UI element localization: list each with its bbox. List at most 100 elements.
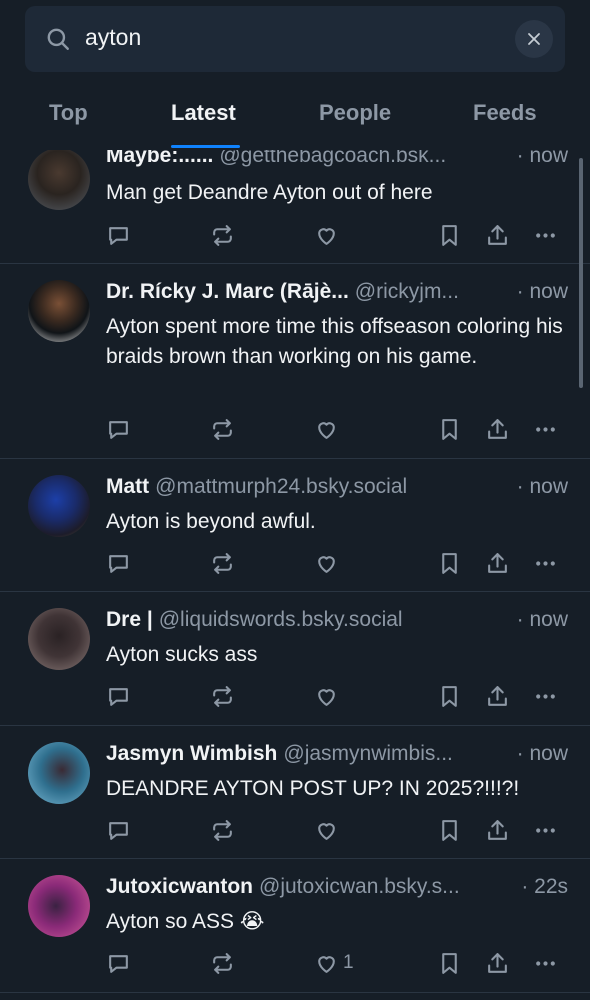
post-text: DEANDRE AYTON POST UP? IN 2025?!!!?! xyxy=(106,777,520,800)
post-time: · now xyxy=(516,150,568,167)
like-button[interactable] xyxy=(314,548,343,578)
repost-icon xyxy=(213,418,232,440)
reply-button[interactable] xyxy=(106,220,131,250)
post-actions xyxy=(0,815,590,845)
author-name[interactable]: Matt xyxy=(106,475,149,499)
like-button[interactable] xyxy=(314,815,343,845)
more-icon xyxy=(536,560,555,566)
heart-icon xyxy=(318,955,335,973)
post-item[interactable]: Jasmyn Wimbish @jasmynwimbis... · now DE… xyxy=(0,726,590,859)
reply-icon xyxy=(109,420,128,439)
post-actions xyxy=(0,414,590,444)
search-header: ayton xyxy=(0,0,590,88)
tab-feeds[interactable]: Feeds xyxy=(473,100,537,126)
post-time: · now xyxy=(516,280,568,303)
tab-people[interactable]: People xyxy=(319,100,391,126)
bookmark-button[interactable] xyxy=(437,548,462,578)
bookmark-button[interactable] xyxy=(437,414,462,444)
avatar[interactable] xyxy=(28,742,90,804)
more-icon xyxy=(536,693,555,699)
author-name[interactable]: Dr. Rícky J. Marc (Rājè... xyxy=(106,280,349,304)
avatar[interactable] xyxy=(28,608,90,670)
author-handle[interactable]: @jasmynwimbis... xyxy=(283,742,510,766)
author-handle[interactable]: @mattmurph24.bsky.social xyxy=(155,475,510,499)
author-name[interactable]: Jasmyn Wimbish xyxy=(106,742,277,766)
repost-button[interactable] xyxy=(210,815,235,845)
reply-button[interactable] xyxy=(106,815,131,845)
post-header: Dr. Rícky J. Marc (Rājè... @rickyjm... ·… xyxy=(106,280,568,304)
author-handle[interactable]: @jutoxicwan.bsky.s... xyxy=(259,875,515,899)
author-name[interactable]: Dre | xyxy=(106,608,153,632)
repost-button[interactable] xyxy=(210,414,235,444)
share-button[interactable] xyxy=(485,948,510,978)
share-icon xyxy=(488,418,507,439)
share-button[interactable] xyxy=(485,548,510,578)
more-options-button[interactable] xyxy=(533,681,558,711)
post-item[interactable]: Dre | @liquidswords.bsky.social · now Ay… xyxy=(0,592,590,726)
reply-button[interactable] xyxy=(106,681,131,711)
share-icon xyxy=(488,952,507,973)
share-icon xyxy=(488,819,507,840)
author-name[interactable]: Maybe:...... xyxy=(106,150,213,168)
like-button[interactable] xyxy=(314,220,343,250)
more-icon xyxy=(536,960,555,966)
more-options-button[interactable] xyxy=(533,548,558,578)
heart-icon xyxy=(318,822,335,840)
more-icon xyxy=(536,827,555,833)
like-button[interactable] xyxy=(314,414,343,444)
tab-top[interactable]: Top xyxy=(49,100,88,126)
share-button[interactable] xyxy=(485,220,510,250)
bookmark-icon xyxy=(442,224,457,246)
post-item[interactable]: Jutoxicwanton @jutoxicwan.bsky.s... · 22… xyxy=(0,859,590,993)
repost-icon xyxy=(213,224,232,246)
more-options-button[interactable] xyxy=(533,220,558,250)
post-header: Matt @mattmurph24.bsky.social · now xyxy=(106,475,568,499)
scrollbar[interactable] xyxy=(579,158,583,388)
tab-latest[interactable]: Latest xyxy=(171,100,236,126)
heart-icon xyxy=(318,227,335,245)
search-bar[interactable]: ayton xyxy=(25,6,565,72)
repost-button[interactable] xyxy=(210,681,235,711)
reply-button[interactable] xyxy=(106,548,131,578)
share-button[interactable] xyxy=(485,815,510,845)
repost-button[interactable] xyxy=(210,548,235,578)
bookmark-button[interactable] xyxy=(437,681,462,711)
post-item[interactable]: Matt @mattmurph24.bsky.social · now Ayto… xyxy=(0,459,590,592)
reply-button[interactable] xyxy=(106,948,131,978)
bookmark-icon xyxy=(442,952,457,974)
repost-button[interactable] xyxy=(210,948,235,978)
avatar[interactable] xyxy=(28,280,90,342)
active-tab-indicator xyxy=(171,145,240,148)
reply-button[interactable] xyxy=(106,414,131,444)
share-button[interactable] xyxy=(485,414,510,444)
clear-search-button[interactable] xyxy=(515,20,553,58)
reply-icon xyxy=(109,554,128,573)
post-item[interactable]: Dr. Rícky J. Marc (Rājè... @rickyjm... ·… xyxy=(0,264,590,459)
more-options-button[interactable] xyxy=(533,948,558,978)
repost-icon xyxy=(213,552,232,574)
like-button[interactable] xyxy=(314,681,343,711)
avatar[interactable] xyxy=(28,875,90,937)
post-item[interactable]: Maybe:...... @getthebagcoach.bsk... · no… xyxy=(0,150,590,264)
repost-icon xyxy=(213,952,232,974)
author-handle[interactable]: @rickyjm... xyxy=(355,280,511,304)
author-handle[interactable]: @getthebagcoach.bsk... xyxy=(219,150,510,168)
avatar[interactable] xyxy=(28,150,90,210)
bookmark-button[interactable] xyxy=(437,815,462,845)
bookmark-button[interactable] xyxy=(437,220,462,250)
avatar[interactable] xyxy=(28,475,90,537)
like-button[interactable]: 1 xyxy=(314,948,354,978)
author-name[interactable]: Jutoxicwanton xyxy=(106,875,253,899)
reply-icon xyxy=(109,687,128,706)
share-button[interactable] xyxy=(485,681,510,711)
reply-icon xyxy=(109,954,128,973)
repost-button[interactable] xyxy=(210,220,235,250)
more-options-button[interactable] xyxy=(533,414,558,444)
repost-icon xyxy=(213,685,232,707)
post-feed: Maybe:...... @getthebagcoach.bsk... · no… xyxy=(0,150,590,1000)
search-input[interactable]: ayton xyxy=(85,24,141,51)
bookmark-icon xyxy=(442,819,457,841)
author-handle[interactable]: @liquidswords.bsky.social xyxy=(159,608,511,632)
bookmark-button[interactable] xyxy=(437,948,462,978)
more-options-button[interactable] xyxy=(533,815,558,845)
